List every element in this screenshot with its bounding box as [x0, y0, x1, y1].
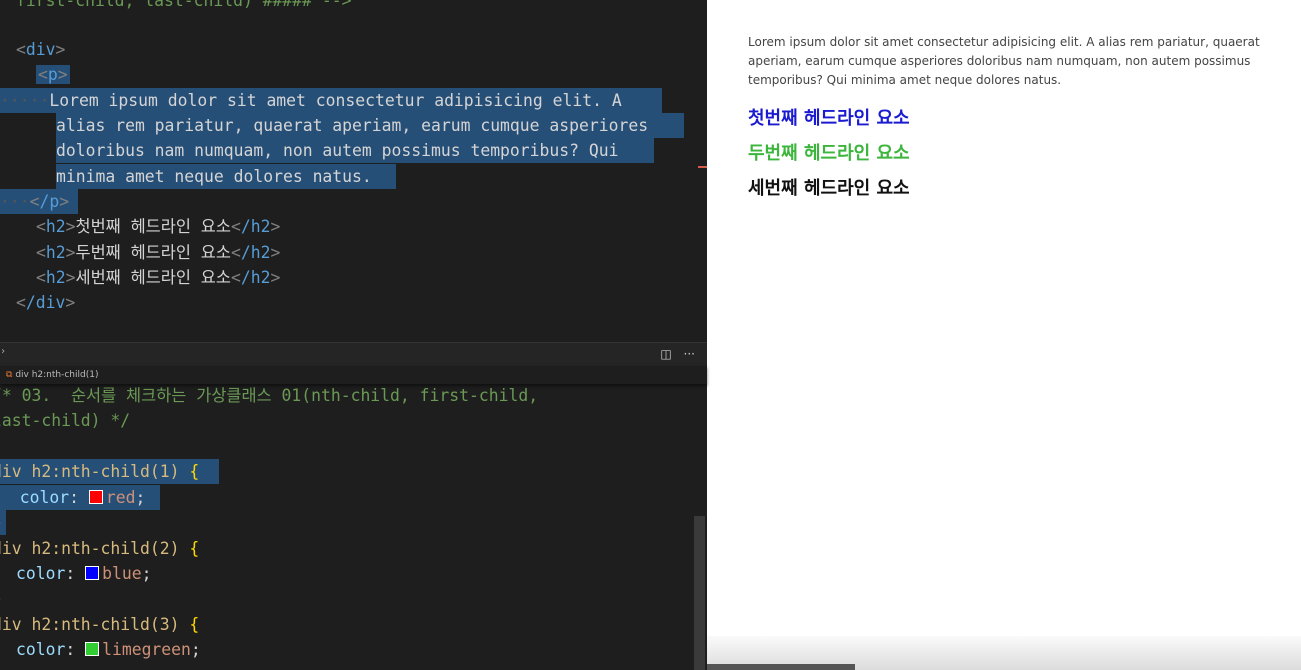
- color-swatch-red[interactable]: [88, 490, 103, 504]
- preview-paragraph: Lorem ipsum dolor sit amet consectetur a…: [748, 35, 1260, 87]
- code-line-rule-3-decl: color: limegreen;: [16, 640, 201, 659]
- top-editor-scrollbar[interactable]: [694, 0, 707, 342]
- code-line-rule-3-selector: div h2:nth-child(3) {: [0, 615, 200, 634]
- code-line-p-text-2: alias rem pariatur, quaerat aperiam, ear…: [56, 113, 684, 138]
- preview-heading-2: 두번째 헤드라인 요소: [748, 143, 910, 164]
- code-line-h2-1: <h2>첫번째 헤드라인 요소</h2>: [36, 217, 281, 236]
- split-editor-icon[interactable]: ◫: [660, 347, 671, 361]
- code-line-p-close: ···</p>: [0, 189, 78, 214]
- code-line-rule-1-close: }: [0, 510, 6, 535]
- code-line-comment-1: /* 03. 순서를 체크하는 가상클래스 01(nth-child, firs…: [0, 386, 539, 405]
- code-line-p-open: <p>: [36, 65, 70, 84]
- breadcrumb[interactable]: ⧉ div h2:nth-child(1): [0, 366, 707, 384]
- html-editor[interactable]: first-child, last-child) ##### --> <div>…: [0, 0, 707, 342]
- preview-heading-3: 세번째 헤드라인 요소: [748, 178, 910, 199]
- editor-tab-bar: ◫ ···: [0, 342, 707, 367]
- css-selector-icon: ⧉: [6, 370, 13, 380]
- scroll-marker: [698, 166, 707, 168]
- breadcrumb-item[interactable]: div h2:nth-child(1): [15, 370, 98, 380]
- css-editor-scrollbar[interactable]: [694, 516, 705, 670]
- code-line-p-text-1: ·····Lorem ipsum dolor sit amet consecte…: [0, 88, 662, 113]
- preview-heading-1: 첫번째 헤드라인 요소: [748, 108, 910, 129]
- collapse-icon[interactable]: ›: [0, 346, 6, 357]
- code-line-div-open: <div>: [16, 40, 66, 59]
- p-tag: p: [47, 65, 58, 84]
- code-line-p-text-4: minima amet neque dolores natus.: [56, 164, 396, 189]
- code-line: first-child, last-child) ##### -->: [16, 0, 352, 13]
- code-line-rule-2-close: }: [0, 586, 2, 611]
- div-tag: div: [25, 40, 56, 59]
- color-swatch-limegreen[interactable]: [85, 642, 100, 656]
- color-swatch-blue[interactable]: [85, 566, 100, 580]
- css-editor[interactable]: /* 03. 순서를 체크하는 가상클래스 01(nth-child, firs…: [0, 366, 707, 670]
- code-line-rule-1-selector: div h2:nth-child(1) {: [0, 459, 219, 484]
- code-line-rule-1-decl: color: red;: [0, 485, 160, 510]
- code-line-h2-2: <h2>두번째 헤드라인 요소</h2>: [36, 243, 281, 262]
- editor-actions: ◫ ···: [652, 347, 695, 361]
- more-actions-icon[interactable]: ···: [684, 347, 695, 361]
- code-line-h2-3: <h2>세번째 헤드라인 요소</h2>: [36, 268, 281, 287]
- preview-scrollbar[interactable]: [707, 664, 855, 670]
- browser-preview: Lorem ipsum dolor sit amet consectetur a…: [707, 0, 1301, 636]
- code-line-comment-2: last-child) */: [0, 411, 131, 430]
- comment-text: first-child, last-child) ##### -->: [16, 0, 352, 10]
- code-line-rule-2-selector: div h2:nth-child(2) {: [0, 539, 200, 558]
- code-line-div-close: </div>: [16, 293, 76, 312]
- code-line-p-text-3: doloribus nam numquam, non autem possimu…: [56, 138, 654, 163]
- code-line-rule-2-decl: color: blue;: [16, 564, 152, 583]
